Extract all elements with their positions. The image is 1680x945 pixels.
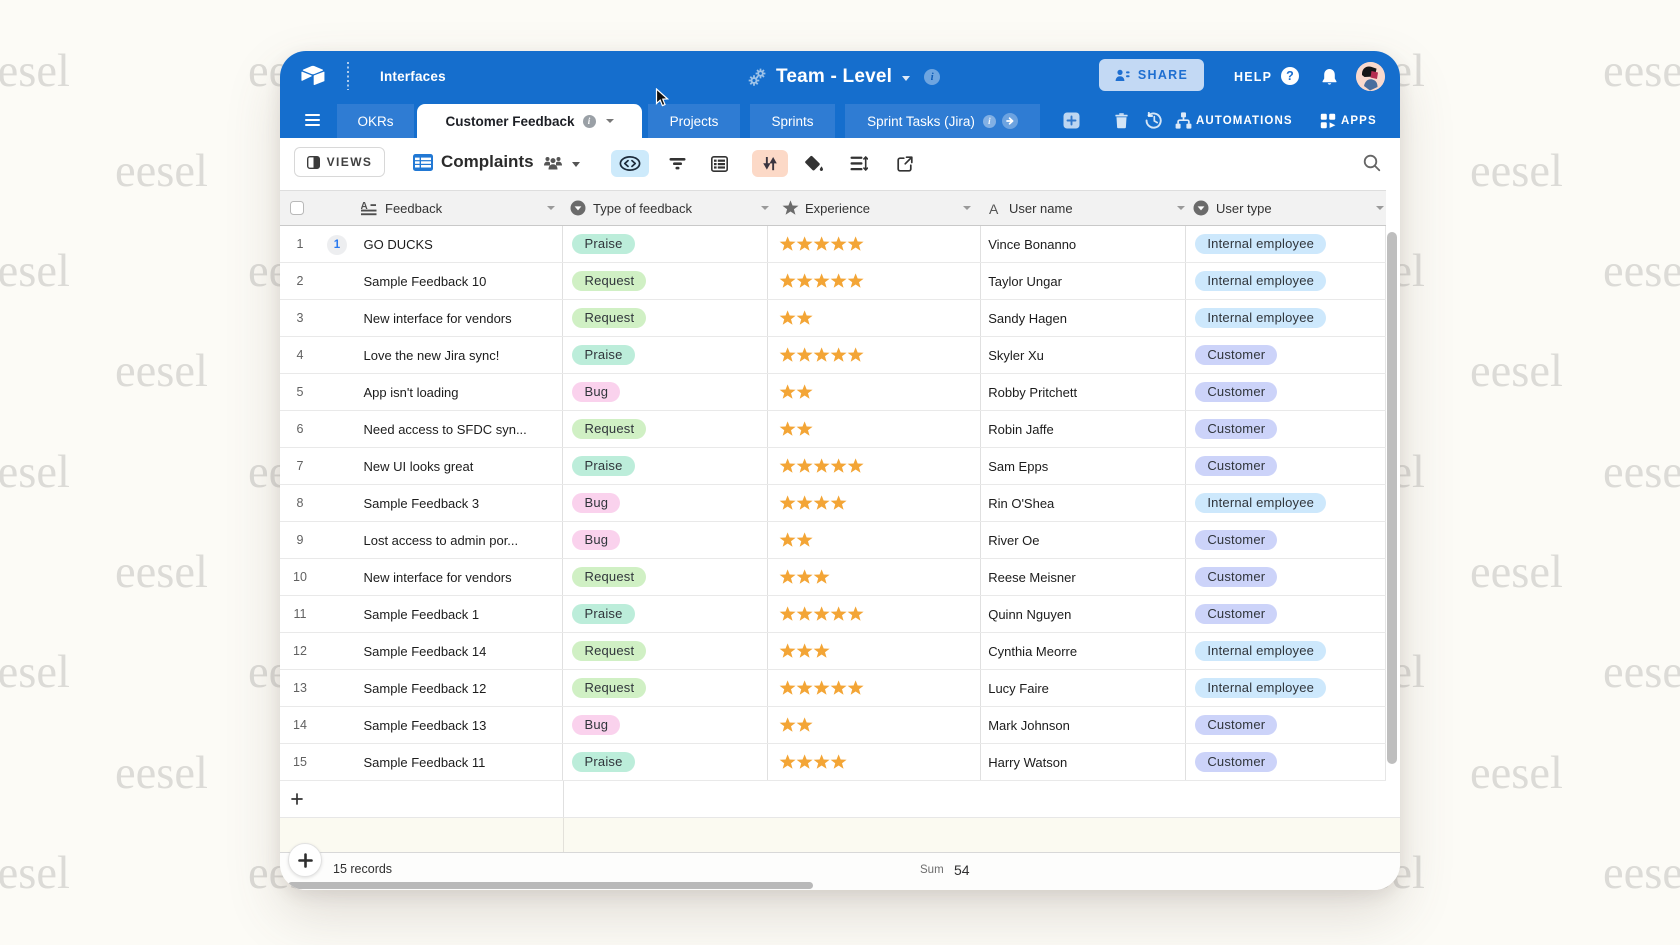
svg-text:A: A: [989, 202, 999, 215]
